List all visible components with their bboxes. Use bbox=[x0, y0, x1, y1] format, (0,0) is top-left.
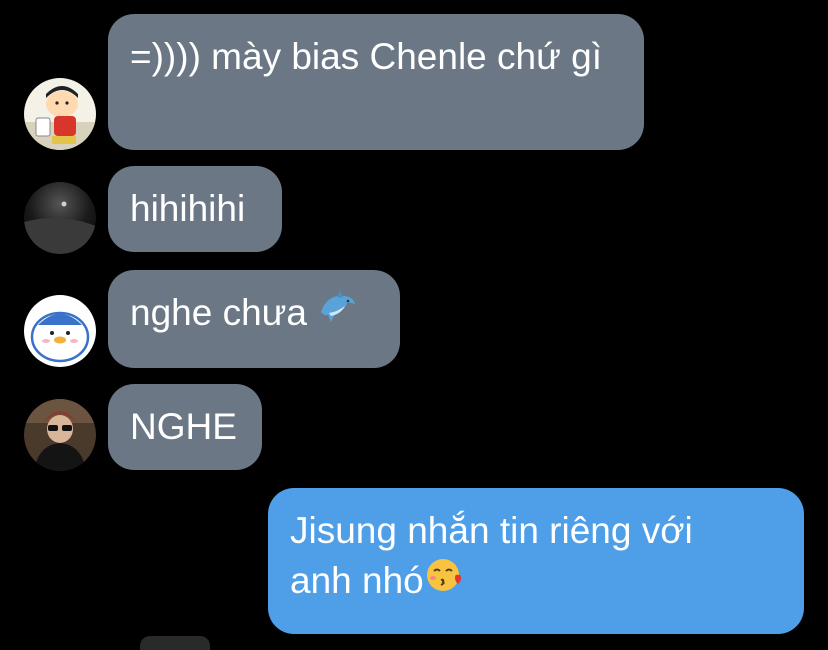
message-bubble[interactable]: =)))) mày bias Chenle chứ gì bbox=[108, 14, 644, 150]
partial-avatar-edge bbox=[140, 636, 210, 650]
dark-space-avatar-icon[interactable] bbox=[24, 182, 96, 254]
message-text: nghe chưa bbox=[130, 292, 308, 333]
cartoon-boy-avatar-icon[interactable] bbox=[24, 78, 96, 150]
kissing-face-heart-icon bbox=[424, 554, 464, 607]
message-text: hihihihi bbox=[130, 188, 246, 229]
person-sunglasses-avatar-icon[interactable] bbox=[24, 399, 96, 471]
message-text: NGHE bbox=[130, 406, 237, 447]
message-bubble[interactable]: NGHE bbox=[108, 384, 262, 470]
message-text: Jisung nhắn tin riêng với anh nhó bbox=[290, 510, 693, 601]
penguin-avatar-icon[interactable] bbox=[24, 295, 96, 367]
message-bubble[interactable]: hihihihi bbox=[108, 166, 282, 252]
message-text: =)))) mày bias Chenle chứ gì bbox=[130, 36, 603, 77]
dolphin-icon bbox=[317, 286, 357, 339]
message-bubble-outgoing[interactable]: Jisung nhắn tin riêng với anh nhó bbox=[268, 488, 804, 634]
message-bubble[interactable]: nghe chưa bbox=[108, 270, 400, 368]
